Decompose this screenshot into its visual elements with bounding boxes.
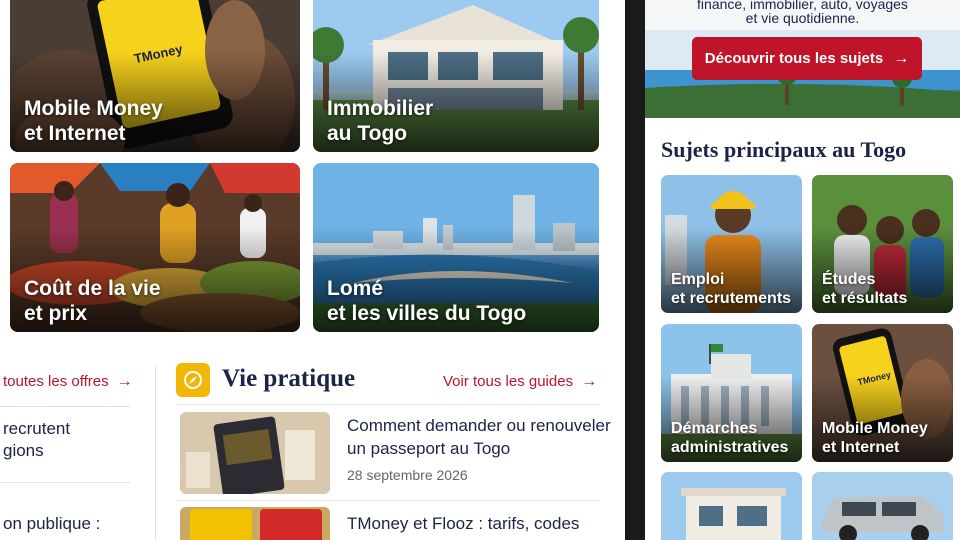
tile-label-line2: au Togo xyxy=(327,122,408,145)
tile-label-line2: administratives xyxy=(671,439,789,456)
topic-tile-lome[interactable]: Lomé et les villes du Togo xyxy=(313,163,599,332)
tile-label-line2: et recrutements xyxy=(671,290,792,307)
see-all-offers-link[interactable]: toutes les offres → xyxy=(3,373,133,391)
tile-label: Coût de la vie et prix xyxy=(24,276,161,326)
job-offer-line1: recrutent xyxy=(3,419,71,438)
see-all-offers-label: toutes les offres xyxy=(3,373,109,390)
passport-illustration xyxy=(180,412,330,494)
arrow-right-icon: → xyxy=(581,373,598,390)
car-illustration xyxy=(812,472,953,540)
article-title[interactable]: Comment demander ou renouveler un passep… xyxy=(347,414,611,460)
hero-text-line2: et vie quotidienne. xyxy=(745,10,860,26)
topic-tile-mobile-money[interactable]: TMoney Mobile Money et Internet xyxy=(812,324,953,462)
arrow-right-icon: → xyxy=(116,373,133,390)
topic-tile-immobilier[interactable]: Immobilier au Togo xyxy=(313,0,599,152)
article-title-line2: un passeport au Togo xyxy=(347,439,511,458)
job-offer-item[interactable]: recrutent gions xyxy=(3,418,70,462)
tile-label: Démarches administratives xyxy=(671,419,788,457)
tile-label: Mobile Money et Internet xyxy=(822,419,928,457)
column-divider xyxy=(155,365,156,540)
job-offer-line2: gions xyxy=(3,441,44,460)
tile-label-line1: Études xyxy=(822,271,876,288)
phone-bezel xyxy=(625,0,645,540)
tile-label-line2: et résultats xyxy=(822,290,908,307)
divider xyxy=(0,406,130,407)
tile-label-line1: Mobile Money xyxy=(24,97,163,120)
discover-topics-button[interactable]: Découvrir tous les sujets → xyxy=(692,37,922,80)
guide-icon xyxy=(176,363,210,397)
see-all-guides-label: Voir tous les guides xyxy=(443,373,574,390)
topic-tile-mobile-money[interactable]: TMoney Mobile Money et Internet xyxy=(10,0,300,152)
article-thumbnail-tmoney[interactable] xyxy=(180,507,330,540)
divider xyxy=(176,404,600,405)
tile-label-line1: Lomé xyxy=(327,277,384,300)
section-title-sujets: Sujets principaux au Togo xyxy=(661,137,907,162)
topic-tile-demarches[interactable]: Démarches administratives xyxy=(661,324,802,462)
topic-tile-cout-de-la-vie[interactable]: Coût de la vie et prix xyxy=(10,163,300,332)
article-thumbnail-passport[interactable] xyxy=(180,412,330,494)
tile-label-line1: Coût de la vie xyxy=(24,277,161,300)
topic-tile-etudes[interactable]: Études et résultats xyxy=(812,175,953,313)
divider xyxy=(0,482,130,483)
tile-label-line1: Emploi xyxy=(671,271,725,288)
compass-icon xyxy=(184,371,202,389)
hero-banner: finance, immobilier, auto, voyages et vi… xyxy=(645,0,960,118)
article-date: 28 septembre 2026 xyxy=(347,467,468,483)
tile-label-line2: et Internet xyxy=(822,439,900,456)
divider xyxy=(176,500,600,501)
job-offer-item-2[interactable]: on publique : xyxy=(3,513,100,535)
tile-label: Mobile Money et Internet xyxy=(24,96,163,146)
topic-tile-immobilier[interactable] xyxy=(661,472,802,540)
tile-label-line2: et les villes du Togo xyxy=(327,302,527,325)
section-title-vie-pratique: Vie pratique xyxy=(222,365,356,392)
cards-illustration xyxy=(180,507,330,540)
tile-label: Immobilier au Togo xyxy=(327,96,433,146)
tile-label: Études et résultats xyxy=(822,270,907,308)
tile-label: Lomé et les villes du Togo xyxy=(327,276,526,326)
article-title-line1: Comment demander ou renouveler xyxy=(347,416,611,435)
house-illustration xyxy=(661,472,802,540)
desktop-page: TMoney Mobile Money et Internet Im xyxy=(0,0,625,540)
see-all-guides-link[interactable]: Voir tous les guides → xyxy=(443,373,597,391)
discover-topics-label: Découvrir tous les sujets xyxy=(704,50,884,67)
topic-tile-emploi[interactable]: Emploi et recrutements xyxy=(661,175,802,313)
mobile-page: finance, immobilier, auto, voyages et vi… xyxy=(645,0,960,540)
tile-label-line1: Immobilier xyxy=(327,97,434,120)
tile-label-line2: et prix xyxy=(24,302,88,325)
tile-label-line1: Mobile Money xyxy=(822,420,928,437)
tile-label-line1: Démarches xyxy=(671,420,758,437)
tile-label: Emploi et recrutements xyxy=(671,270,791,308)
article-title-2[interactable]: TMoney et Flooz : tarifs, codes xyxy=(347,512,579,535)
arrow-right-icon: → xyxy=(893,49,910,67)
tile-label-line2: et Internet xyxy=(24,122,126,145)
topic-tile-automobile[interactable] xyxy=(812,472,953,540)
